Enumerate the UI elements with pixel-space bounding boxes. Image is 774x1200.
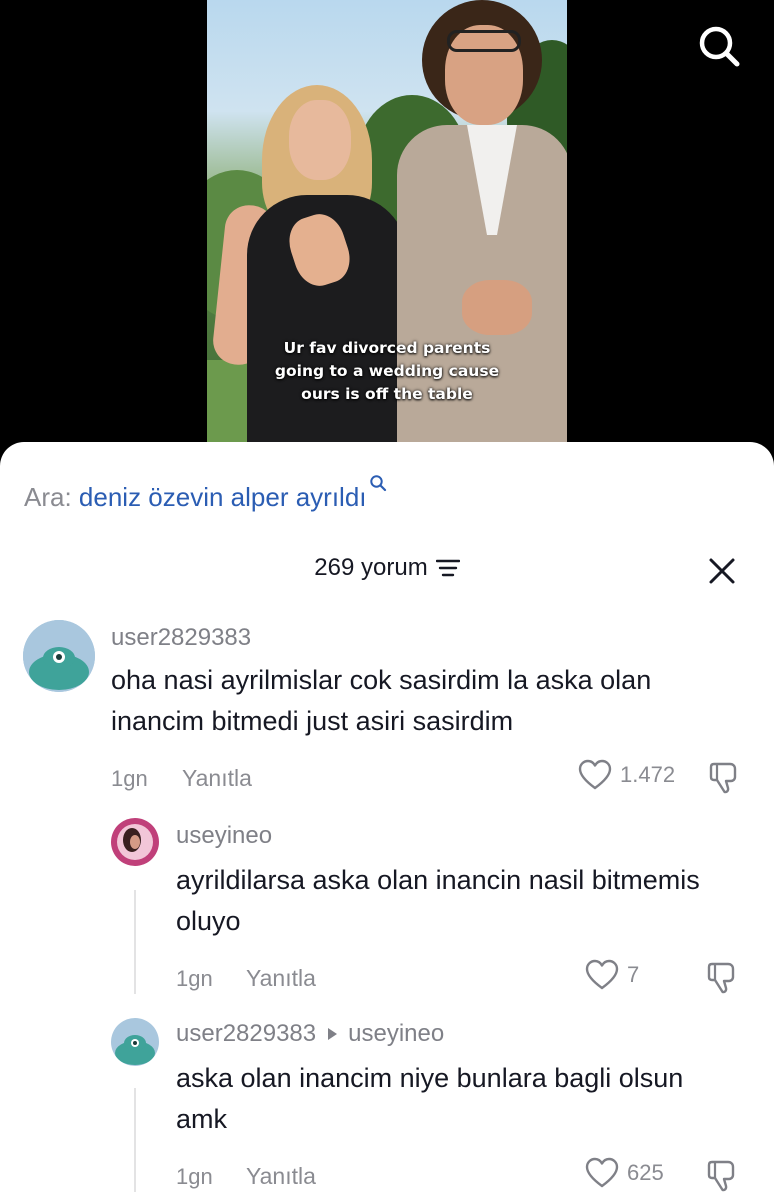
woman-face [289,100,351,180]
dislike-button[interactable] [706,1159,740,1193]
comment-item: user2829383 oha nasi ayrilmislar cok sas… [0,620,774,820]
man-glasses [447,30,521,52]
reply-username[interactable]: user2829383 useyineo [176,1020,444,1048]
like-button[interactable]: 625 [585,1157,664,1189]
username-label[interactable]: user2829383 [111,624,251,652]
reply-text: ayrildilarsa aska olan inancin nasil bit… [176,865,700,936]
username-label[interactable]: useyineo [176,822,272,850]
search-suggestion[interactable]: Ara: deniz özevin alper ayrıldı [24,474,387,513]
comments-sheet: Ara: deniz özevin alper ayrıldı 269 yoru… [0,442,774,1200]
search-suggestion-prefix: Ara: [24,482,72,512]
video-caption: Ur fav divorced parents going to a weddi… [207,337,567,406]
video-player[interactable]: Ur fav divorced parents going to a weddi… [0,0,774,450]
caption-line: Ur fav divorced parents [283,339,491,357]
sort-lines-icon[interactable] [435,558,460,578]
reply-item: useyineo ayrildilarsa aska olan inancin … [0,818,774,1018]
reply-text: aska olan inancim niye bunlara bagli ols… [176,1063,684,1134]
avatar[interactable] [111,1018,159,1066]
avatar-monster-icon [23,620,95,692]
like-button[interactable]: 1.472 [578,759,675,791]
avatar[interactable] [111,818,159,866]
dislike-button[interactable] [706,961,740,995]
dislike-button[interactable] [708,761,742,795]
comment-count-label: 269 yorum [314,554,428,581]
avatar-portrait-icon [111,818,159,866]
thumbs-down-icon [709,762,737,794]
heart-icon [578,759,612,790]
search-suggestion-query[interactable]: deniz özevin alper ayrıldı [79,482,367,512]
reply-username[interactable]: useyineo [176,822,272,850]
reply-to-username[interactable]: useyineo [348,1020,444,1048]
search-small-icon [369,475,386,492]
thumbs-down-icon [707,1160,735,1192]
like-count: 7 [627,962,640,987]
caption-line: going to a wedding cause [274,362,500,380]
close-icon [709,558,735,584]
reply-time: 1gn [176,966,213,991]
thumbs-down-icon [707,962,735,994]
reply-button[interactable]: Yanıtla [246,965,316,992]
reply-time: 1gn [176,1164,213,1189]
heart-icon [585,959,619,990]
reply-arrow-icon [328,1028,338,1040]
username-label[interactable]: user2829383 [176,1020,316,1048]
avatar-monster-icon [111,1018,159,1066]
avatar[interactable] [23,620,95,692]
comment-count[interactable]: 269 yorum [0,554,774,582]
search-button[interactable] [693,20,745,72]
like-count: 625 [627,1160,664,1185]
reply-button[interactable]: Yanıtla [182,765,252,792]
reply-item: user2829383 useyineo aska olan inancim n… [0,1016,774,1200]
like-button[interactable]: 7 [585,959,639,991]
heart-icon [585,1157,619,1188]
comment-text: oha nasi ayrilmislar cok sasirdim la ask… [111,665,652,736]
caption-line: ours is off the table [301,385,473,403]
search-icon [699,26,740,67]
video-frame[interactable]: Ur fav divorced parents going to a weddi… [207,0,567,445]
comments-header: 269 yorum [0,550,774,590]
man-hand [462,280,532,335]
comment-time: 1gn [111,766,148,791]
close-button[interactable] [705,554,739,588]
comment-username[interactable]: user2829383 [111,624,251,652]
like-count: 1.472 [620,762,676,787]
reply-button[interactable]: Yanıtla [246,1163,316,1190]
